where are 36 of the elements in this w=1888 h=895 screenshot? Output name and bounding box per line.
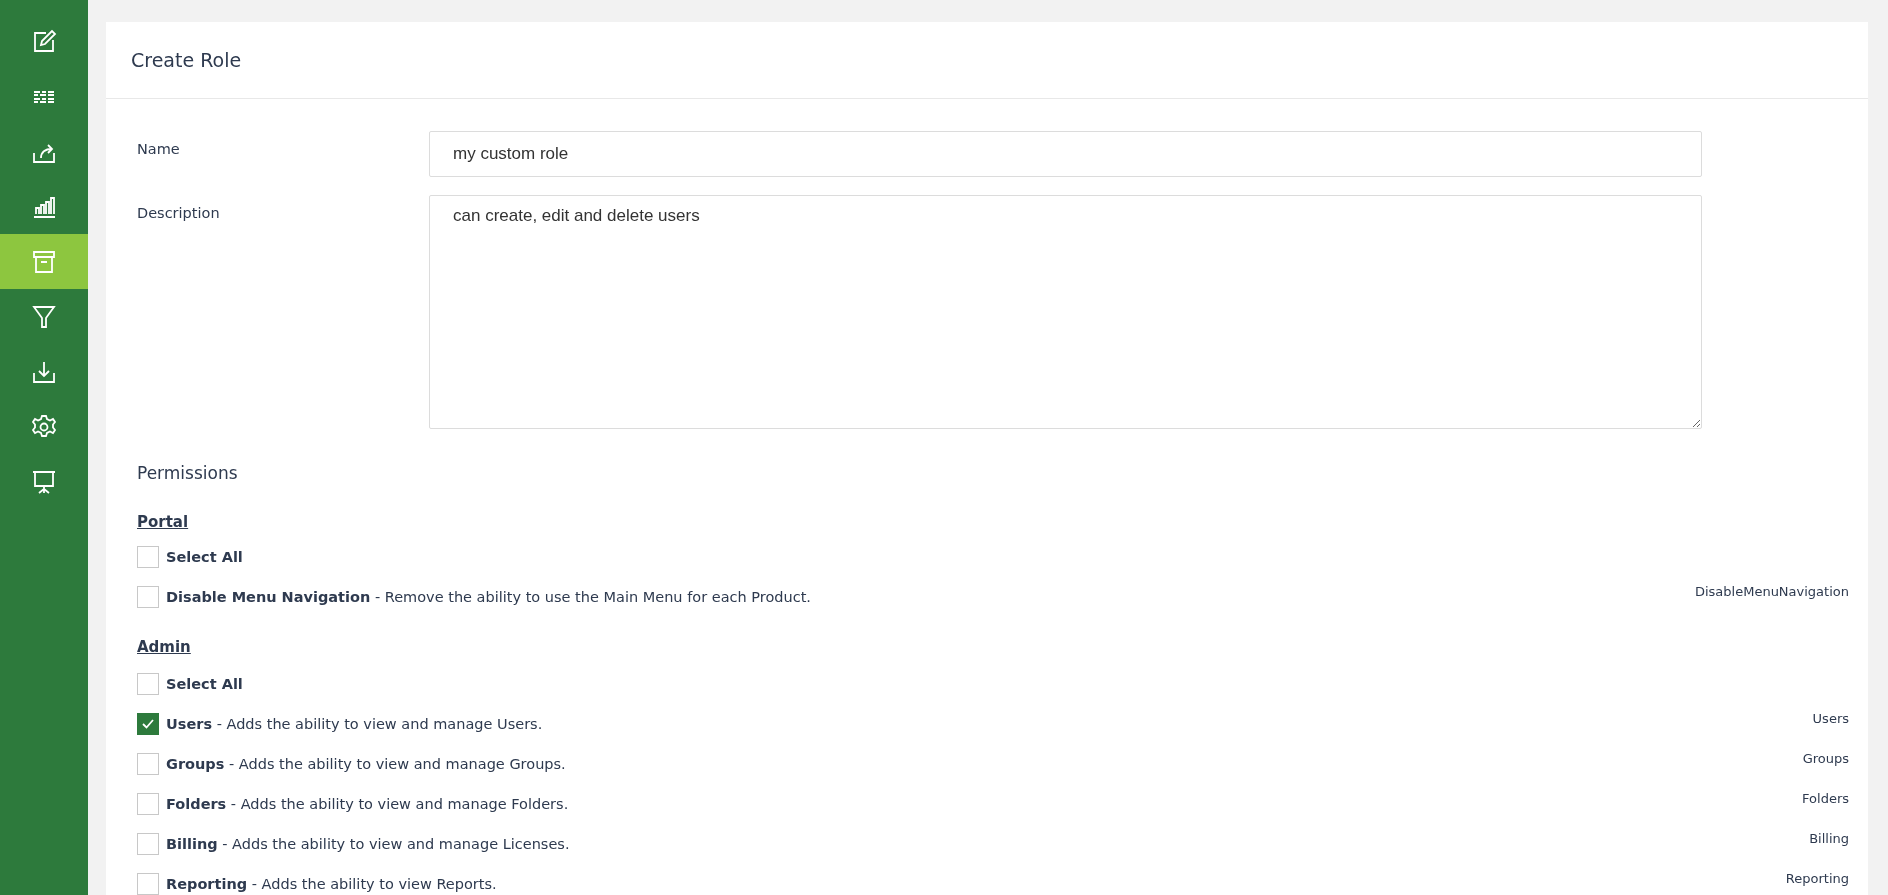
- description-field[interactable]: can create, edit and delete users: [429, 195, 1702, 429]
- permission-text: Billing - Adds the ability to view and manage Licenses.: [166, 836, 570, 852]
- presentation-board-icon: [31, 468, 57, 495]
- permission-text: Disable Menu Navigation - Remove the ability to use the Main Menu for each Product.: [166, 589, 811, 605]
- check-icon: [141, 717, 155, 731]
- checkbox[interactable]: [137, 586, 159, 608]
- page-title: Create Role: [131, 49, 242, 71]
- checkbox[interactable]: [137, 753, 159, 775]
- permission-code: Billing: [1809, 830, 1849, 846]
- checkbox[interactable]: [137, 546, 159, 568]
- permission-text: Folders - Adds the ability to view and manage Folders.: [166, 796, 569, 812]
- settings-icon: [31, 413, 57, 440]
- permission-code: Reporting: [1785, 870, 1849, 886]
- checkbox[interactable]: [137, 833, 159, 855]
- section-heading: Permissions: [137, 462, 239, 485]
- permission-text: Groups - Adds the ability to view and manage Groups.: [166, 756, 566, 772]
- archive-box-icon: [31, 248, 57, 275]
- permission-code: DisableMenuNavigation: [1694, 583, 1849, 599]
- filter-icon: [31, 303, 57, 330]
- select-all-label: Select All: [166, 549, 243, 565]
- permission-text: Reporting - Adds the ability to view Reports.: [166, 876, 497, 892]
- pencil-square-icon: [31, 28, 57, 55]
- permission-text: Users - Adds the ability to view and manage Users.: [166, 716, 543, 732]
- group-heading: Portal: [137, 512, 190, 533]
- select-all-label: Select All: [166, 676, 243, 692]
- checkbox[interactable]: [137, 713, 159, 735]
- checkbox[interactable]: [137, 673, 159, 695]
- checkbox[interactable]: [137, 873, 159, 895]
- name-field[interactable]: my custom role: [429, 131, 1702, 177]
- permission-code: Groups: [1802, 750, 1849, 766]
- permission-code: Folders: [1802, 790, 1849, 806]
- checkbox[interactable]: [137, 793, 159, 815]
- permission-code: Users: [1812, 710, 1849, 726]
- field-label: Name: [137, 140, 181, 159]
- field-label: Description: [137, 204, 221, 223]
- group-heading: Admin: [137, 637, 192, 658]
